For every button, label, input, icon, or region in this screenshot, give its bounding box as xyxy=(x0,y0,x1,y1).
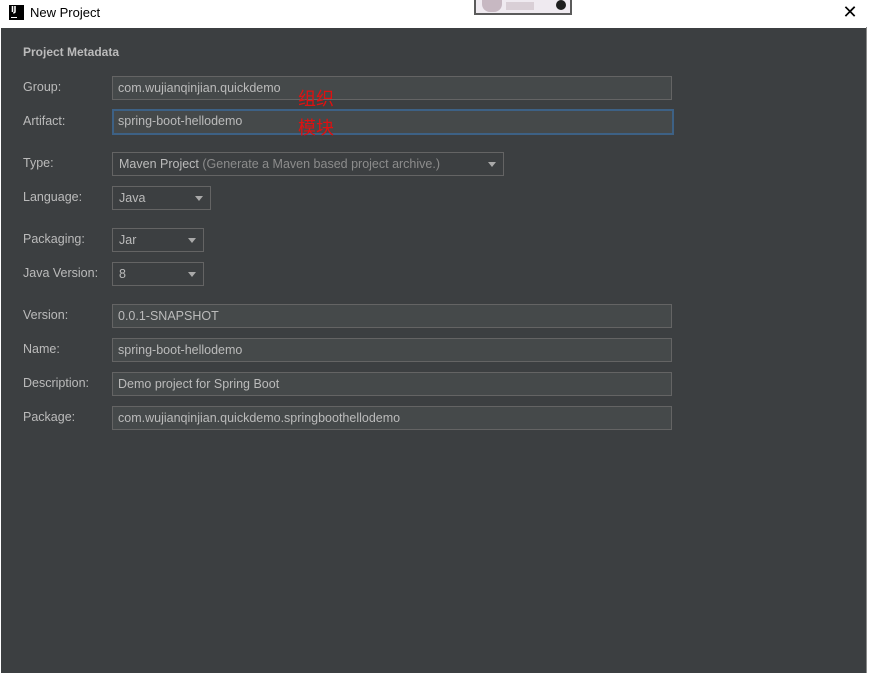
type-label: Type: xyxy=(23,156,54,170)
version-field[interactable]: 0.0.1-SNAPSHOT xyxy=(112,304,672,328)
package-label: Package: xyxy=(23,410,76,424)
section-title: Project Metadata xyxy=(23,45,120,59)
java-version-select[interactable]: 8 xyxy=(112,262,204,286)
java-version-label: Java Version: xyxy=(23,266,99,280)
type-select-value: Maven Project xyxy=(119,157,199,171)
group-field[interactable]: com.wujianqinjian.quickdemo xyxy=(112,76,672,100)
package-field[interactable]: com.wujianqinjian.quickdemo.springboothe… xyxy=(112,406,672,430)
embedded-image-thumbnail xyxy=(474,0,572,15)
name-label: Name: xyxy=(23,342,60,356)
intellij-idea-icon: IJ xyxy=(9,5,24,20)
packaging-label: Packaging: xyxy=(23,232,85,246)
language-label: Language: xyxy=(23,190,83,204)
java-version-select-value: 8 xyxy=(119,267,126,281)
language-select[interactable]: Java xyxy=(112,186,211,210)
title-bar: IJ New Project ✕ xyxy=(0,0,867,27)
version-label: Version: xyxy=(23,308,69,322)
dialog-content: Project Metadata Group: com.wujianqinjia… xyxy=(1,28,866,673)
description-label: Description: xyxy=(23,376,89,390)
packaging-select-value: Jar xyxy=(119,233,137,247)
chevron-down-icon xyxy=(188,238,196,243)
close-icon: ✕ xyxy=(842,2,858,23)
window-title: New Project xyxy=(30,5,101,20)
type-select[interactable]: Maven Project (Generate a Maven based pr… xyxy=(112,152,504,176)
group-label: Group: xyxy=(23,80,62,94)
chevron-down-icon xyxy=(488,162,496,167)
annotation-group-note: 组织 xyxy=(298,89,334,110)
chevron-down-icon xyxy=(195,196,203,201)
annotation-artifact-note: 模块 xyxy=(298,118,334,139)
language-select-value: Java xyxy=(119,191,146,205)
type-select-hint: (Generate a Maven based project archive.… xyxy=(198,157,441,171)
description-field[interactable]: Demo project for Spring Boot xyxy=(112,372,672,396)
artifact-label: Artifact: xyxy=(23,114,66,128)
artifact-field[interactable]: spring-boot-hellodemo xyxy=(112,109,674,135)
name-field[interactable]: spring-boot-hellodemo xyxy=(112,338,672,362)
chevron-down-icon xyxy=(188,272,196,277)
close-button[interactable]: ✕ xyxy=(836,2,864,24)
packaging-select[interactable]: Jar xyxy=(112,228,204,252)
new-project-dialog: IJ New Project ✕ Project Metadata Group:… xyxy=(0,0,867,673)
